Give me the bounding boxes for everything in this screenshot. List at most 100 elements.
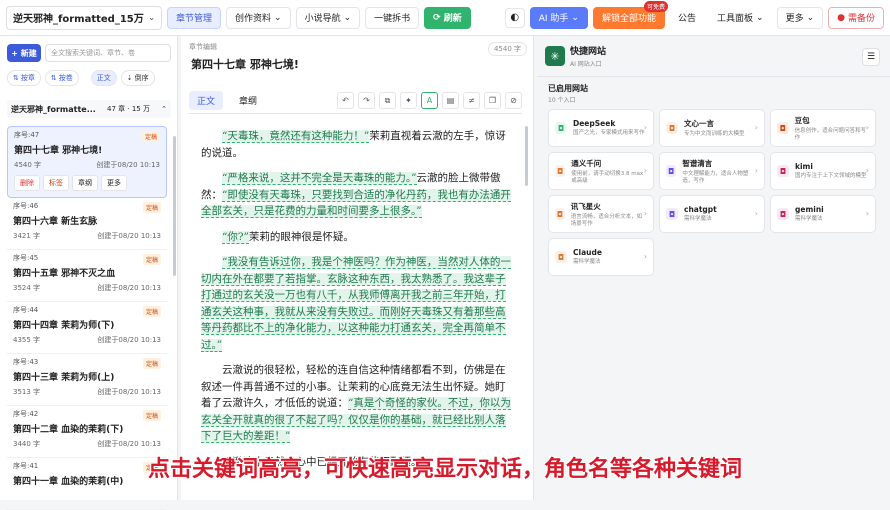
chapter-seq: 序号:45 — [13, 254, 39, 262]
sparkle-icon[interactable]: ✦ — [400, 92, 417, 109]
site-text: chatgpt 需科学魔法 — [684, 205, 717, 223]
reverse-order-chip[interactable]: ⇣ 倒序 — [120, 70, 155, 86]
panel-subtitle: AI 网站入口 — [570, 61, 602, 68]
section-count: 10 个入口 — [548, 97, 576, 104]
site-desc: 需科学魔法 — [684, 216, 712, 222]
book-selector[interactable]: 逆天邪神_formatted_15万 ⌄ — [6, 5, 162, 30]
sort-by-chapter-chip[interactable]: ⇅ 按章 — [7, 70, 41, 86]
chapter-item-selected[interactable]: 序号:47 定稿 第四十七章 邪神七境! 4540 字 创建于08/20 10:1… — [7, 126, 167, 198]
unlock-all-button[interactable]: 解锁全部功能 可免费 — [592, 0, 668, 29]
site-card[interactable]: ◘ 通义千问使用前，请手动切换3.8 max或高级 › — [548, 152, 654, 190]
copy-icon[interactable]: ⧉ — [379, 92, 396, 109]
ai-helper-button[interactable]: AI 助手 ⌄ — [529, 6, 588, 29]
chip-label: 倒序 — [134, 74, 149, 82]
sidebar-scrollbar[interactable] — [173, 136, 176, 276]
site-name: 通义千问 — [571, 158, 602, 168]
chapter-title: 第四十五章 邪神不灭之血 — [13, 269, 116, 279]
status-badge: 定稿 — [142, 254, 161, 265]
site-card[interactable]: ◘ kimi 国内专注于上下文领域的模型 › — [770, 152, 876, 190]
site-name: 智谱清言 — [682, 158, 713, 168]
chapter-editor: 章节编辑 4540 字 第四十七章 邪神七境! 正文 章纲 ↶ ↷ ⧉ ✦ A … — [181, 36, 534, 500]
tag-button[interactable]: 标签 — [43, 175, 69, 191]
chapter-item[interactable]: 序号:43 定稿 第四十三章 茉莉为师(上) 3513 字 创建于08/20 10… — [7, 354, 167, 406]
created-time: 创建于08/20 10:13 — [97, 284, 161, 292]
site-name: Claude — [573, 248, 602, 257]
robot-icon: ◘ — [555, 208, 565, 220]
link-icon[interactable]: ⊘ — [505, 92, 522, 109]
chapter-manage-button[interactable]: 章节管理 — [167, 6, 222, 29]
more-button[interactable]: 更多 ⌄ — [776, 6, 824, 29]
chevron-right-icon: › — [643, 166, 647, 175]
highlighted-dialogue[interactable]: “即使没有天毒珠，只要找到合适的净化丹药，我也有办法通开全部玄关，只是花费的力量… — [201, 188, 511, 218]
robot-icon: ◘ — [777, 165, 789, 177]
novel-nav-label: 小说导航 — [304, 14, 341, 24]
divider — [537, 76, 890, 77]
new-label: 新建 — [20, 48, 37, 58]
text-chip[interactable]: 正文 — [90, 70, 117, 86]
announcement-button[interactable]: 公告 — [669, 6, 704, 29]
site-card[interactable]: ◘ 讯飞星火 语言流畅，适合分析文本，如场景写作 › — [548, 195, 654, 233]
site-card[interactable]: ◘ Claude 需科学魔法 › — [548, 238, 654, 276]
undo-icon[interactable]: ↶ — [337, 92, 354, 109]
chevron-down-icon: ⌄ — [571, 12, 579, 23]
chapter-item[interactable]: 序号:44 定稿 第四十四章 茉莉为师(下) 4355 字 创建于08/20 10… — [7, 302, 167, 354]
tab-body[interactable]: 正文 — [189, 91, 224, 110]
site-card[interactable]: ◘ 文心一言 专为中文而训练的大模型 › — [659, 109, 765, 147]
chapter-search-input[interactable]: 全文搜索关键词、章节、卷 — [45, 44, 171, 62]
panel-title-group: 快捷网站 AI 网站入口 — [570, 44, 606, 68]
creation-material-label: 创作资料 — [235, 14, 272, 24]
chapter-meta: 3440 字 创建于08/20 10:13 — [13, 439, 161, 449]
chapter-seq: 序号:42 — [13, 410, 39, 418]
chapter-item[interactable]: 序号:45 定稿 第四十五章 邪神不灭之血 3524 字 创建于08/20 10:… — [7, 250, 167, 302]
book-row[interactable]: 逆天邪神_formatte... 47 章 · 15 万 ⌃ — [7, 100, 171, 118]
delete-button[interactable]: 删除 — [14, 175, 40, 191]
document-icon[interactable]: ▤ — [442, 92, 459, 109]
site-desc: 使用前，请手动切换3.8 max或高级 — [571, 170, 644, 184]
split-book-button[interactable]: 一键拆书 — [365, 6, 420, 29]
refresh-button[interactable]: ⟳ 刷新 — [424, 6, 471, 29]
word-count: 3440 字 — [13, 440, 41, 448]
refresh-icon: ⟳ — [433, 12, 441, 23]
novel-nav-button[interactable]: 小说导航 ⌄ — [295, 6, 361, 29]
editor-scrollbar[interactable] — [525, 126, 528, 186]
dialogue-icon[interactable]: ❐ — [484, 92, 501, 109]
highlight-icon[interactable]: A — [421, 92, 438, 109]
book-title: 逆天邪神_formatted_15万 — [13, 14, 144, 25]
status-badge: 定稿 — [142, 306, 161, 317]
highlighted-dialogue[interactable]: “我没有告诉过你，我是个神医吗？作为神医，当然对人体的一切内在外在都要了若指掌。… — [201, 256, 511, 352]
creation-material-button[interactable]: 创作资料 ⌄ — [226, 6, 291, 29]
chapter-title: 第四十三章 茉莉为师(上) — [13, 373, 115, 383]
highlighted-dialogue[interactable]: “你?” — [222, 230, 249, 244]
status-badge: 定稿 — [142, 358, 161, 369]
new-chapter-button[interactable]: + 新建 — [7, 44, 41, 62]
sort-by-volume-chip[interactable]: ⇅ 按卷 — [44, 70, 79, 86]
palette-icon[interactable]: ◐ — [504, 7, 525, 28]
editor-title[interactable]: 第四十七章 邪神七境! — [191, 56, 299, 72]
book-name: 逆天邪神_formatte... — [11, 104, 96, 114]
robot-icon: ◘ — [555, 165, 566, 177]
editor-body[interactable]: “天毒珠，竟然还有这种能力！”茉莉直视着云澈的左手，惊讶的说道。 “严格来说，这并… — [201, 128, 511, 500]
top-toolbar: 逆天邪神_formatted_15万 ⌄ 章节管理 创作资料 ⌄ 小说导航 ⌄ 一键… — [0, 0, 890, 36]
tool-panel-button[interactable]: 工具面板 ⌄ — [709, 6, 772, 29]
tab-outline[interactable]: 章纲 — [231, 91, 265, 110]
site-card[interactable]: ◘ 豆包 信息创作，适合问题问答和写作 › — [770, 109, 876, 147]
site-card[interactable]: ◘ 智谱清言 中文理解能力，适合人物塑造，写作 › — [659, 152, 765, 190]
backup-button[interactable]: ● 需备份 — [828, 6, 884, 29]
highlighted-dialogue[interactable]: “天毒珠，竟然还有这种能力！” — [222, 130, 370, 143]
redo-icon[interactable]: ↷ — [358, 92, 375, 109]
panel-header: ✳ 快捷网站 AI 网站入口 — [545, 44, 606, 68]
chapter-actions: 删除 标签 章纲 更多 — [14, 175, 160, 191]
outline-button[interactable]: 章纲 — [72, 175, 98, 191]
chevron-right-icon: › — [865, 209, 869, 218]
not-equal-icon[interactable]: ≠ — [463, 92, 480, 109]
chevron-down-icon: ⌄ — [343, 12, 352, 23]
settings-icon[interactable]: ☰ — [862, 48, 880, 66]
highlighted-dialogue[interactable]: “严格来说，这并不完全是天毒珠的能力。” — [222, 172, 417, 185]
site-card[interactable]: ◘ chatgpt 需科学魔法 › — [659, 195, 765, 233]
more-actions-button[interactable]: 更多 — [101, 175, 127, 191]
chapter-item[interactable]: 序号:46 定稿 第四十六章 新生玄脉 3421 字 创建于08/20 10:13 — [7, 198, 167, 250]
chapter-seq: 序号:46 — [13, 202, 39, 210]
site-desc: 语言流畅，适合分析文本，如场景写作 — [570, 213, 643, 227]
site-card[interactable]: ◘ gemini 需科学魔法 › — [770, 195, 876, 233]
site-card[interactable]: ◘ DeepSeek 国产之光，专家模式用来写作 › — [548, 109, 654, 147]
